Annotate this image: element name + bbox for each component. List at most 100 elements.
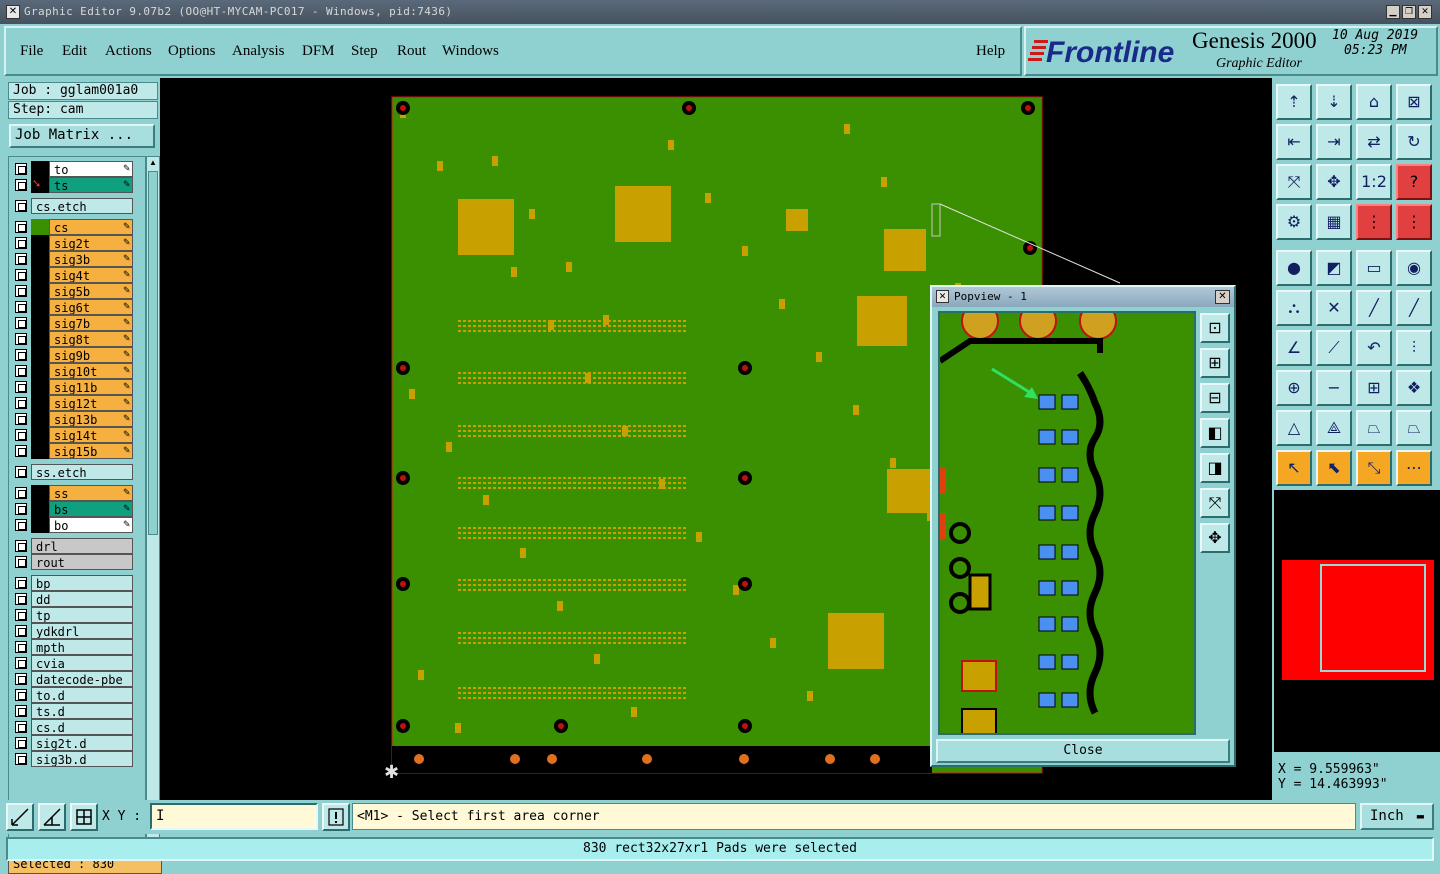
layer-name[interactable]: sig11b <box>49 379 133 395</box>
layer-color-swatch[interactable] <box>31 347 49 363</box>
layer-row[interactable]: sig14t ✎ <box>11 427 143 443</box>
zoom-fit-icon[interactable]: ⤧ <box>1276 164 1312 200</box>
layer-row[interactable]: sig3b ✎ <box>11 251 143 267</box>
menu-step[interactable]: Step <box>351 43 378 60</box>
cross-icon[interactable]: ✕ <box>1316 290 1352 326</box>
line-icon[interactable]: ╱ <box>1356 290 1392 326</box>
layer-name[interactable]: sig4t <box>49 267 133 283</box>
layer-checkbox[interactable] <box>15 705 27 717</box>
layer-name[interactable]: sig3b <box>49 251 133 267</box>
layer-name[interactable]: sig8t <box>49 331 133 347</box>
fit-window-icon[interactable]: ⊠ <box>1396 84 1432 120</box>
layer-checkbox[interactable] <box>15 673 27 685</box>
minimize-icon[interactable]: ▁ <box>1386 5 1400 19</box>
layer-checkbox[interactable] <box>15 200 27 212</box>
move-pad-icon[interactable]: ⊕ <box>1276 370 1312 406</box>
layer-row[interactable]: cs ✎ <box>11 219 143 235</box>
layer-checkbox[interactable] <box>15 301 27 313</box>
line2-icon[interactable]: ╱ <box>1396 290 1432 326</box>
redraw-icon[interactable]: ↻ <box>1396 124 1432 160</box>
resize-icon[interactable]: ⊞ <box>1356 370 1392 406</box>
layer-row[interactable]: sig8t ✎ <box>11 331 143 347</box>
layer-checkbox[interactable] <box>15 737 27 749</box>
select-net-icon[interactable]: ⋯ <box>1396 450 1432 486</box>
layer-row[interactable]: sig5b ✎ <box>11 283 143 299</box>
layer-checkbox[interactable] <box>15 689 27 701</box>
layer-checkbox[interactable] <box>15 753 27 765</box>
layer-color-swatch[interactable]: ➘ <box>31 177 49 193</box>
layer-name[interactable]: sig13b <box>49 411 133 427</box>
snap-alt-icon[interactable]: ⋮ <box>1396 204 1432 240</box>
popview-zoom-extents-icon[interactable]: ⤧ <box>1200 488 1230 518</box>
popview-pan-left-icon[interactable]: ◧ <box>1200 418 1230 448</box>
layer-name[interactable]: bs <box>49 501 133 517</box>
layer-name[interactable]: sig10t <box>49 363 133 379</box>
menu-options[interactable]: Options <box>168 43 216 60</box>
connect-icon[interactable]: ⛬ <box>1276 290 1312 326</box>
popview-center-icon[interactable]: ✥ <box>1200 523 1230 553</box>
layer-checkbox[interactable] <box>15 253 27 265</box>
layer-color-swatch[interactable] <box>31 443 49 459</box>
layer-checkbox[interactable] <box>15 365 27 377</box>
layer-name[interactable]: to <box>49 161 133 177</box>
layer-row[interactable]: tp <box>11 607 143 623</box>
select-icon[interactable]: ↖ <box>1276 450 1312 486</box>
layer-name[interactable]: ss.etch <box>31 464 133 480</box>
layer-color-swatch[interactable] <box>31 517 49 533</box>
polygon-icon[interactable]: ⏢ <box>1356 410 1392 446</box>
scroll-thumb[interactable] <box>148 171 158 535</box>
layer-name[interactable]: sig12t <box>49 395 133 411</box>
layer-name[interactable]: sig2t <box>49 235 133 251</box>
shapes-icon[interactable]: ❖ <box>1396 370 1432 406</box>
help-icon[interactable]: ? <box>1396 164 1432 200</box>
select-box-icon[interactable]: ⬉ <box>1316 450 1352 486</box>
measure-icon[interactable] <box>38 803 66 831</box>
layer-name[interactable]: rout <box>31 554 133 570</box>
arc-icon[interactable]: ↶ <box>1356 330 1392 366</box>
layer-color-swatch[interactable] <box>31 411 49 427</box>
layer-checkbox[interactable] <box>15 609 27 621</box>
layer-checkbox[interactable] <box>15 556 27 568</box>
layer-color-swatch[interactable] <box>31 315 49 331</box>
layer-name[interactable]: sig15b <box>49 443 133 459</box>
layer-name[interactable]: sig14t <box>49 427 133 443</box>
menu-dfm[interactable]: DFM <box>302 43 335 60</box>
layer-name[interactable]: sig7b <box>49 315 133 331</box>
layer-checkbox[interactable] <box>15 577 27 589</box>
layer-row[interactable]: sig13b ✎ <box>11 411 143 427</box>
arc-line-icon[interactable]: ∠ <box>1276 330 1312 366</box>
xy-input[interactable]: I <box>150 803 318 830</box>
popview-zoom-fit-icon[interactable]: ⊡ <box>1200 313 1230 343</box>
layer-name[interactable]: ts <box>49 177 133 193</box>
layer-row[interactable]: sig3b.d <box>11 751 143 767</box>
layer-row[interactable]: sig2t ✎ <box>11 235 143 251</box>
layer-checkbox[interactable] <box>15 540 27 552</box>
layer-name[interactable]: ss <box>49 485 133 501</box>
zoom-area-icon[interactable] <box>6 803 34 831</box>
layer-checkbox[interactable] <box>15 269 27 281</box>
layer-row[interactable]: datecode-pbe <box>11 671 143 687</box>
layer-name[interactable]: ydkdrl <box>31 623 133 639</box>
layer-row[interactable]: sig4t ✎ <box>11 267 143 283</box>
layer-name[interactable]: drl <box>31 538 133 554</box>
layer-name[interactable]: cvia <box>31 655 133 671</box>
menu-file[interactable]: File <box>20 43 43 60</box>
layer-color-swatch[interactable] <box>31 251 49 267</box>
layer-name[interactable]: dd <box>31 591 133 607</box>
layer-name[interactable]: bp <box>31 575 133 591</box>
layer-color-swatch[interactable] <box>31 427 49 443</box>
layer-checkbox[interactable] <box>15 519 27 531</box>
layer-row[interactable]: to.d <box>11 687 143 703</box>
layer-checkbox[interactable] <box>15 237 27 249</box>
layer-color-swatch[interactable] <box>31 299 49 315</box>
layer-row[interactable]: drl <box>11 538 143 554</box>
layer-color-swatch[interactable] <box>31 485 49 501</box>
layer-name[interactable]: datecode-pbe <box>31 671 133 687</box>
dot-icon[interactable]: ◉ <box>1396 250 1432 286</box>
menu-windows[interactable]: Windows <box>442 43 499 60</box>
popview-close-button[interactable]: Close <box>936 739 1230 763</box>
layer-row[interactable]: sig6t ✎ <box>11 299 143 315</box>
center-icon[interactable]: ✥ <box>1316 164 1352 200</box>
unit-selector[interactable]: Inch ▬ <box>1360 803 1434 830</box>
layer-name[interactable]: to.d <box>31 687 133 703</box>
